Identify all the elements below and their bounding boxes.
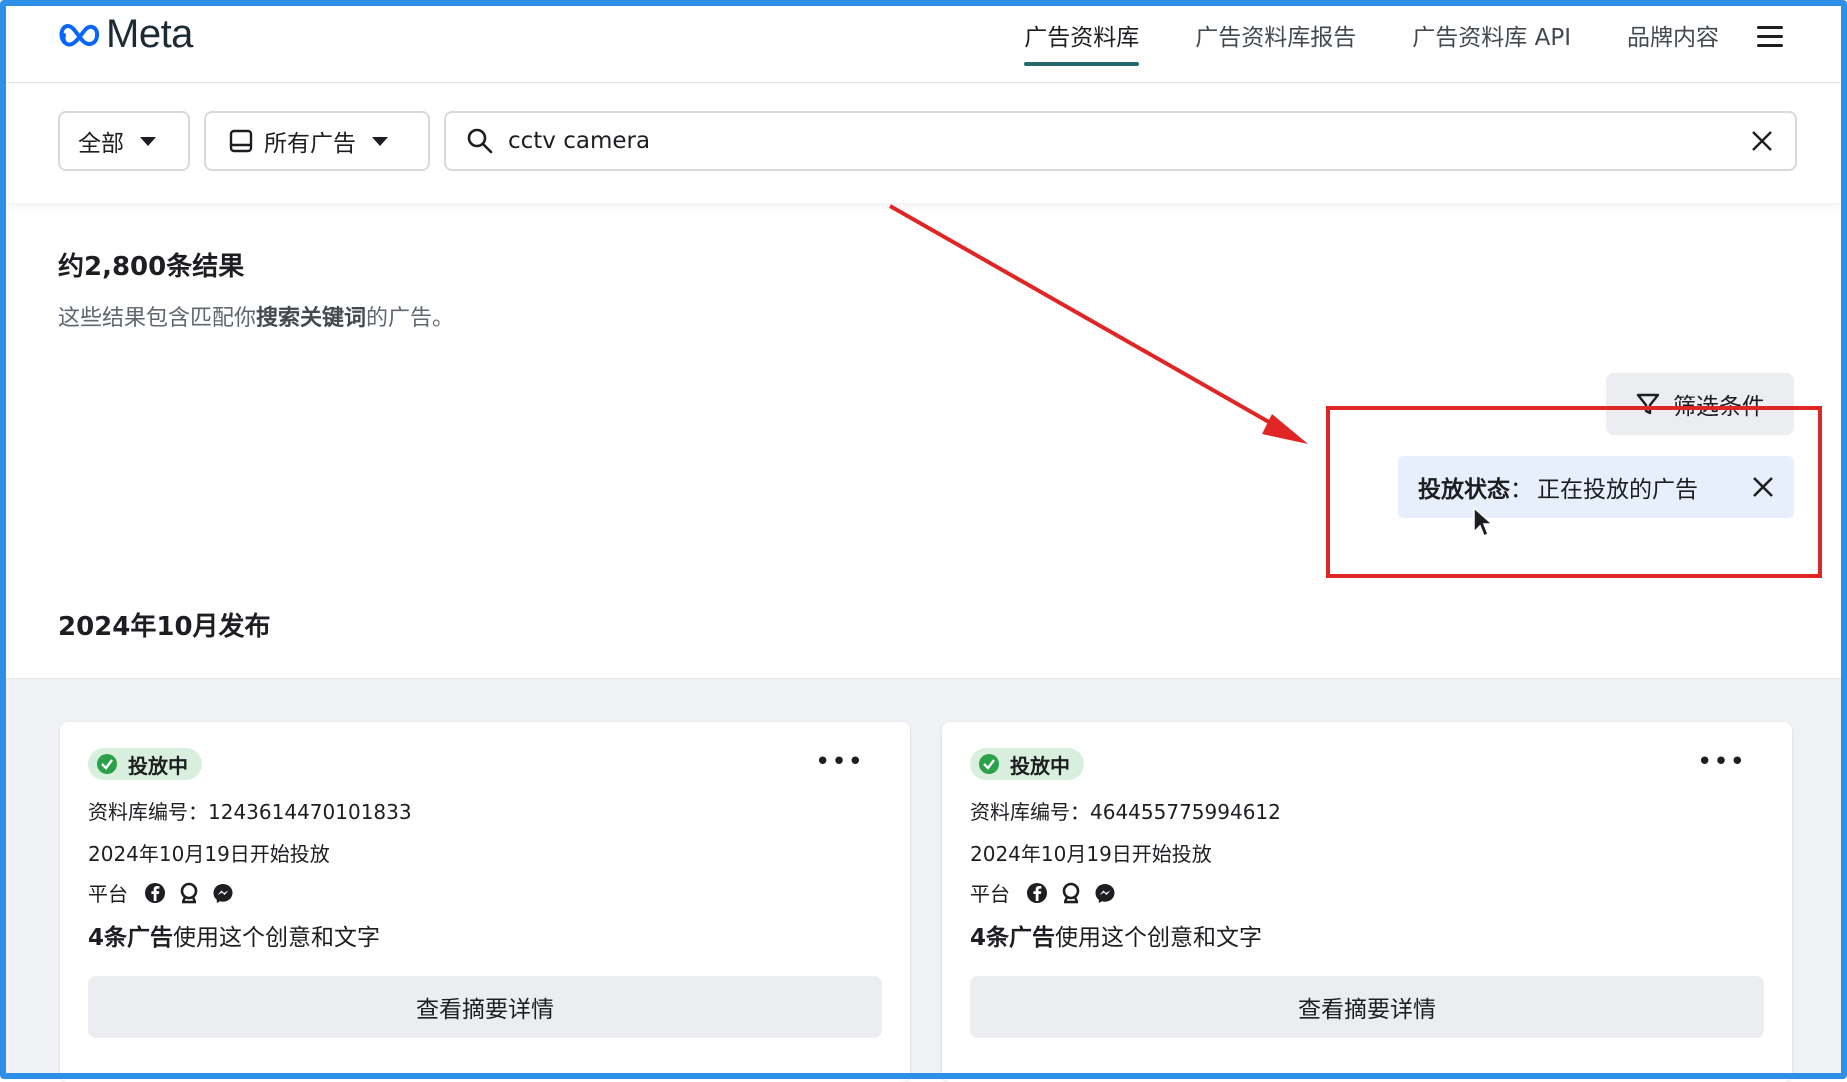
country-dropdown-label: 全部 [78, 131, 124, 157]
filter-icon [1636, 393, 1660, 415]
filters-button[interactable]: 筛选条件 [1606, 373, 1794, 435]
platforms-row: 平台 [88, 878, 234, 907]
hamburger-menu-icon[interactable] [1757, 26, 1783, 48]
messenger-icon [1095, 883, 1115, 903]
filter-chip-value: 正在投放的广告 [1537, 477, 1698, 503]
top-nav: 广告资料库 广告资料库报告 广告资料库 API 品牌内容 [968, 18, 1783, 66]
caret-down-icon [372, 136, 388, 146]
ad-card: 投放中 ••• 资料库编号：464455775994612 2024年10月19… [942, 722, 1792, 1082]
nav-ad-library-report[interactable]: 广告资料库报告 [1195, 18, 1356, 62]
top-header: Meta 广告资料库 广告资料库报告 广告资料库 API 品牌内容 [6, 6, 1841, 83]
results-subtitle-prefix: 这些结果包含匹配你 [58, 306, 257, 331]
status-badge: 投放中 [970, 748, 1084, 780]
results-subtitle: 这些结果包含匹配你搜索关键词的广告。 [58, 300, 454, 332]
section-title-published-month: 2024年10月发布 [58, 612, 271, 642]
library-id-value: 1243614470101833 [208, 800, 412, 824]
nav-ad-library-api[interactable]: 广告资料库 API [1412, 18, 1571, 62]
brand-name: Meta [106, 12, 193, 56]
view-summary-details-button[interactable]: 查看摘要详情 [970, 976, 1764, 1038]
meta-logo[interactable]: Meta [58, 12, 193, 57]
library-id-label: 资料库编号： [88, 800, 208, 824]
monitor-icon [229, 129, 253, 153]
more-options-icon[interactable]: ••• [815, 749, 864, 775]
filter-chip-key: 投放状态 [1418, 477, 1510, 503]
meta-infinity-icon [59, 23, 100, 46]
usage-count: 4条广告 [970, 925, 1056, 951]
country-dropdown[interactable]: 全部 [58, 111, 190, 171]
library-id-value: 464455775994612 [1090, 800, 1281, 824]
status-label: 投放中 [128, 753, 188, 778]
filter-chip-separator: ： [1510, 477, 1533, 503]
check-circle-icon [979, 754, 999, 774]
library-id: 资料库编号：464455775994612 [970, 796, 1281, 825]
facebook-icon [1027, 882, 1047, 903]
mouse-cursor-icon [1473, 506, 1494, 538]
platform-label: 平台 [88, 882, 128, 906]
platforms-row: 平台 [970, 878, 1116, 907]
platform-label: 平台 [970, 882, 1010, 906]
usage-count: 4条广告 [88, 925, 174, 951]
ad-type-dropdown[interactable]: 所有广告 [204, 111, 430, 171]
audience-network-icon [180, 882, 198, 903]
close-icon[interactable] [1751, 130, 1773, 152]
start-date: 2024年10月19日开始投放 [970, 842, 1212, 866]
search-icon [467, 128, 493, 154]
audience-network-icon [1062, 882, 1080, 903]
nav-ad-library[interactable]: 广告资料库 [1024, 18, 1140, 66]
library-id: 资料库编号：1243614470101833 [88, 796, 412, 825]
start-date: 2024年10月19日开始投放 [88, 842, 330, 866]
messenger-icon [213, 883, 233, 903]
library-id-label: 资料库编号： [970, 800, 1090, 824]
ad-type-dropdown-label: 所有广告 [264, 131, 356, 157]
results-count: 约2,800条结果 [58, 252, 245, 282]
usage-text: 使用这个创意和文字 [173, 925, 381, 951]
usage-summary: 4条广告使用这个创意和文字 [88, 918, 380, 952]
active-filter-chip[interactable]: 投放状态：正在投放的广告 [1398, 456, 1794, 518]
check-circle-icon [97, 754, 117, 774]
results-subtitle-keyword[interactable]: 搜索关键词 [256, 306, 366, 331]
usage-text: 使用这个创意和文字 [1055, 925, 1263, 951]
search-box[interactable]: cctv camera [444, 111, 1797, 171]
view-summary-details-button[interactable]: 查看摘要详情 [88, 976, 882, 1038]
nav-branded-content[interactable]: 品牌内容 [1627, 18, 1719, 62]
results-subtitle-suffix: 的广告。 [366, 306, 455, 331]
search-row: 全部 所有广告 cctv camera [6, 83, 1841, 203]
search-input[interactable]: cctv camera [508, 128, 1751, 154]
status-label: 投放中 [1010, 753, 1070, 778]
ad-card: 投放中 ••• 资料库编号：1243614470101833 2024年10月1… [60, 722, 910, 1082]
more-options-icon[interactable]: ••• [1697, 749, 1746, 775]
facebook-icon [145, 882, 165, 903]
remove-filter-close-icon[interactable] [1750, 474, 1776, 500]
usage-summary: 4条广告使用这个创意和文字 [970, 918, 1262, 952]
status-badge: 投放中 [88, 748, 202, 780]
filters-button-label: 筛选条件 [1673, 394, 1765, 420]
caret-down-icon [140, 136, 156, 146]
